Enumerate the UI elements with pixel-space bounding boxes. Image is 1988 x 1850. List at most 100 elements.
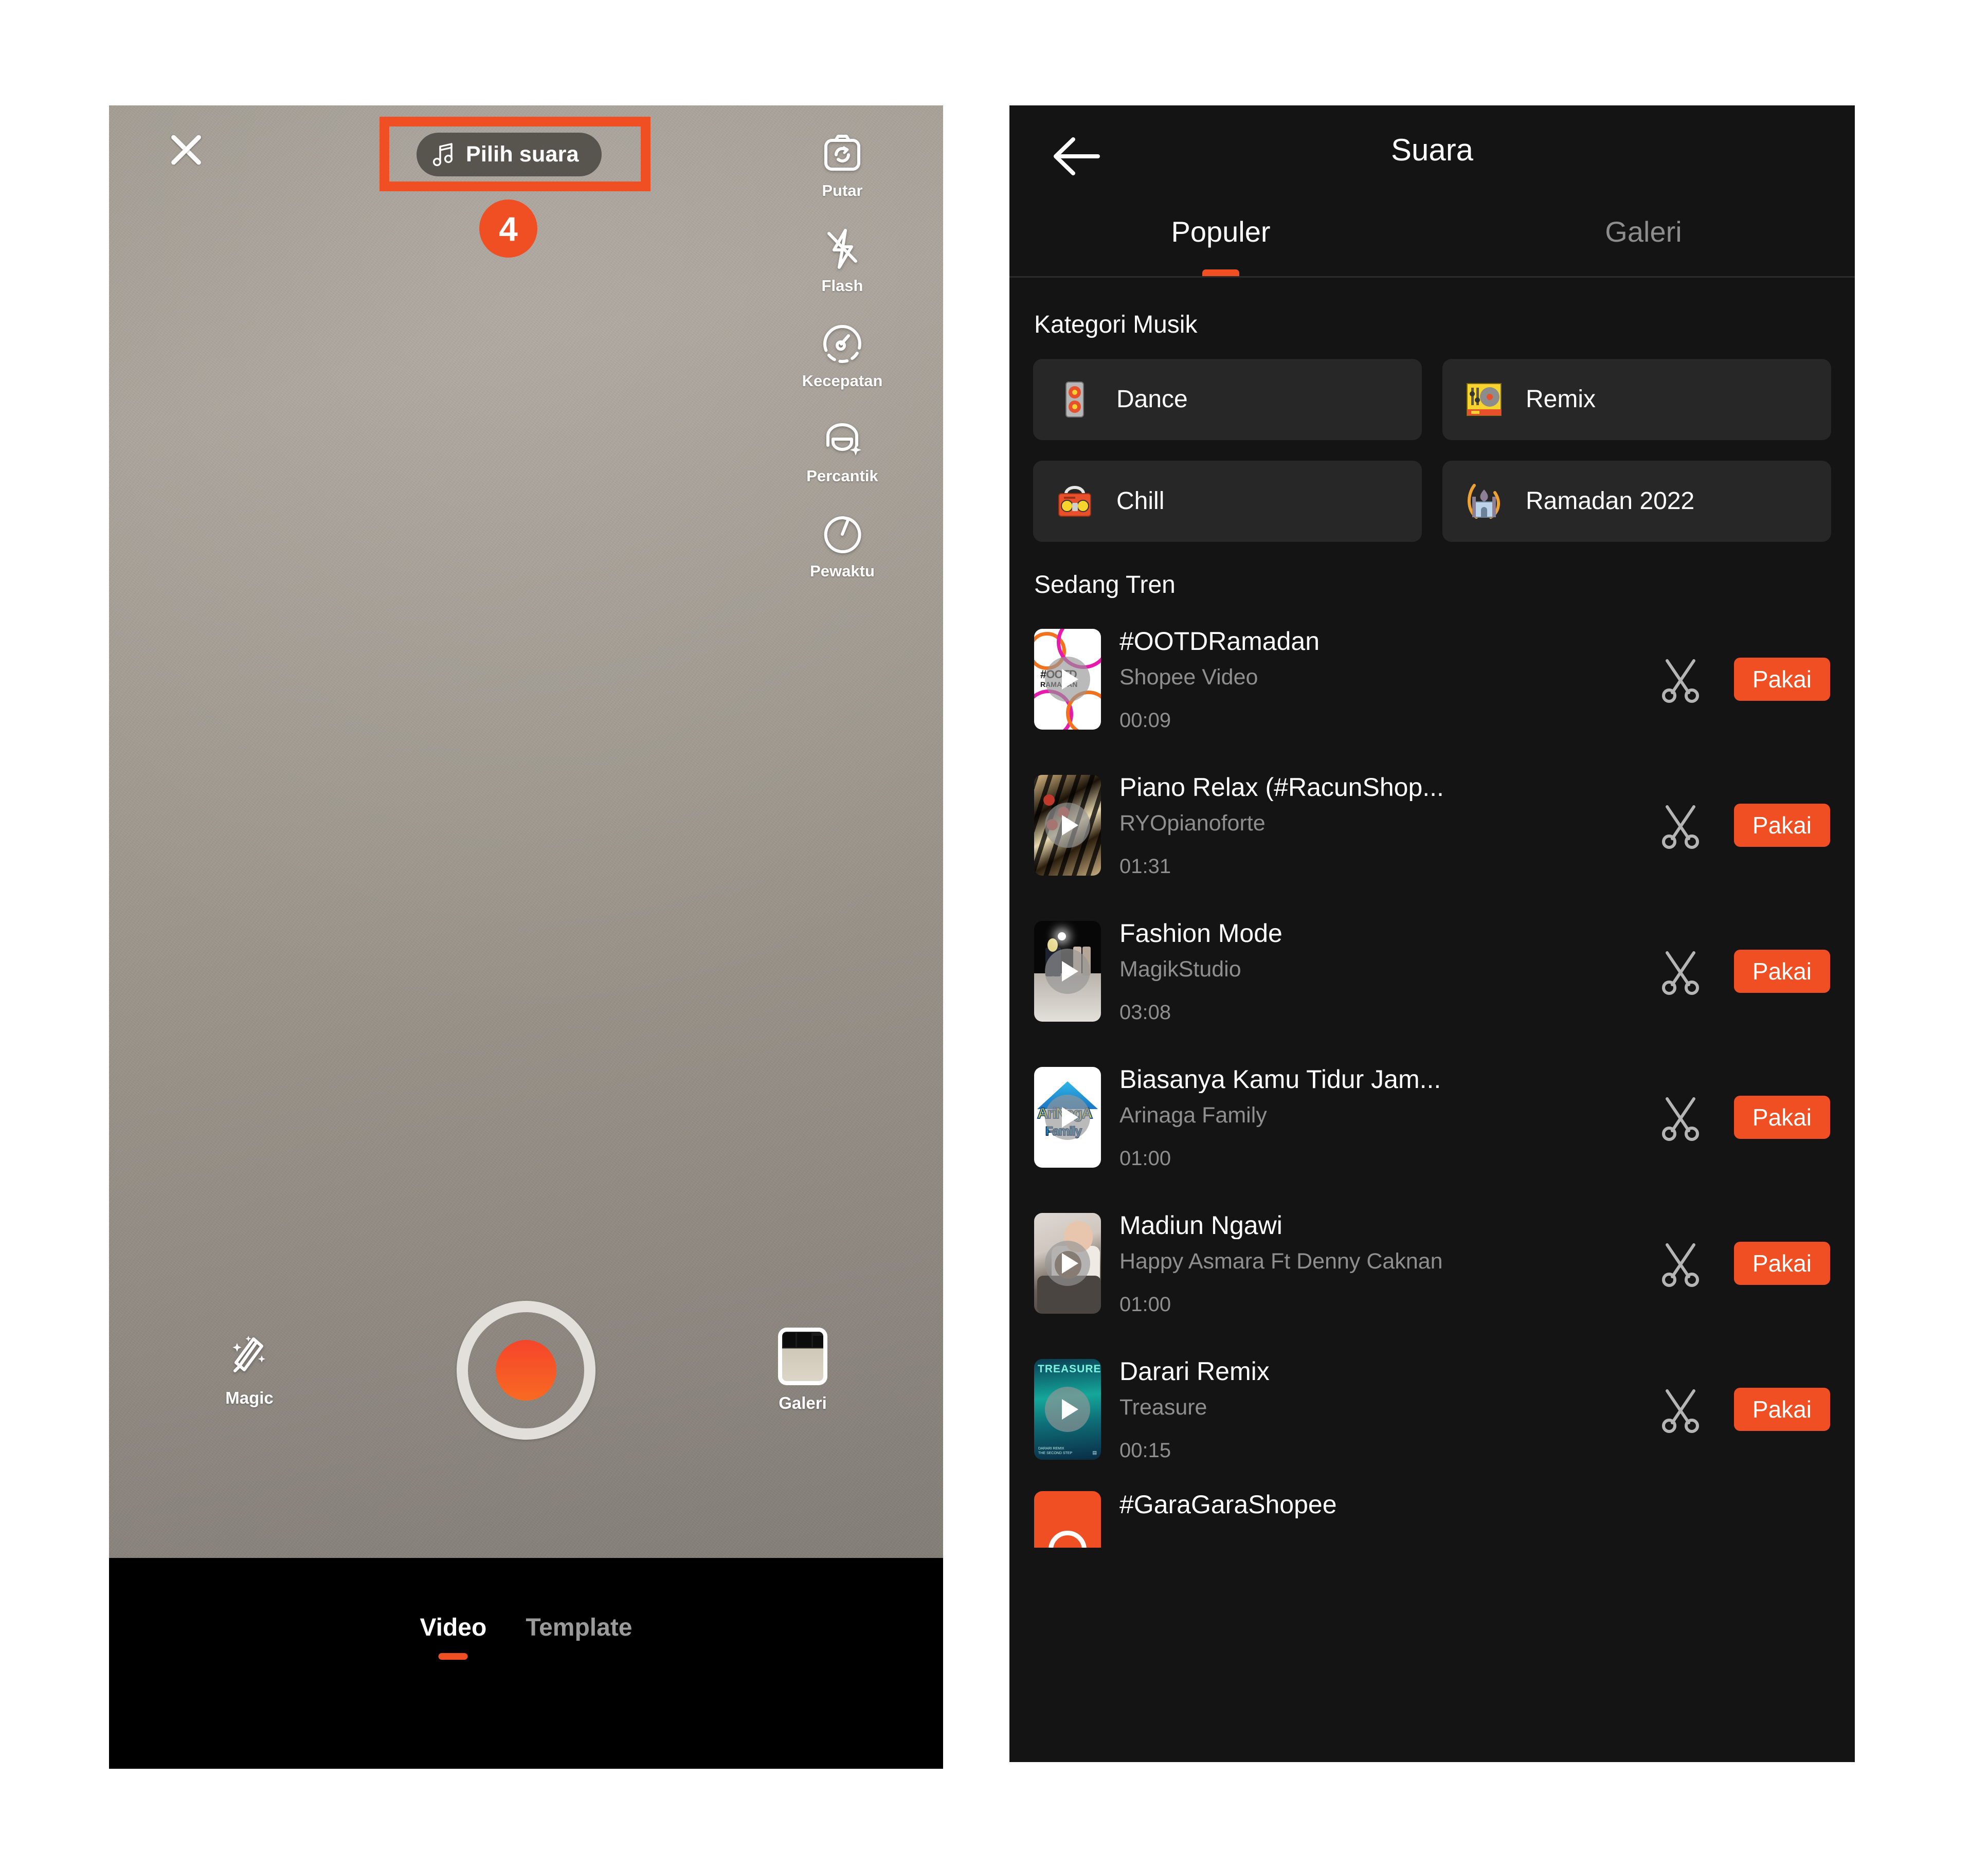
tool-percantik[interactable]: Percantik (791, 415, 894, 484)
song-artist: Shopee Video (1119, 664, 1258, 690)
song-row[interactable]: Piano Relax (#RacunShop... RYOpianoforte… (1034, 761, 1830, 890)
tool-putar[interactable]: Putar (791, 130, 894, 198)
song-artist: Arinaga Family (1119, 1102, 1267, 1128)
magic-button[interactable]: Magic (201, 1333, 298, 1408)
record-button[interactable] (457, 1301, 595, 1440)
song-info: Piano Relax (#RacunShop... RYOpianoforte… (1119, 774, 1657, 877)
scissors-icon[interactable] (1657, 1386, 1704, 1433)
turntable-icon (1464, 379, 1504, 420)
song-artist: MagikStudio (1119, 956, 1241, 982)
song-row[interactable]: #GaraGaraShopee (1034, 1491, 1830, 1548)
song-duration: 01:00 (1119, 1293, 1171, 1316)
scissors-icon[interactable] (1657, 656, 1704, 703)
use-button[interactable]: Pakai (1733, 1388, 1830, 1431)
song-duration: 01:31 (1119, 855, 1171, 878)
camera-flip-icon (819, 130, 866, 177)
tool-kecepatan[interactable]: Kecepatan (791, 320, 894, 389)
tool-kecepatan-label: Kecepatan (802, 372, 883, 390)
screenshot-stage: Pilih suara 4 Putar Flash Kecepatan Perc… (0, 0, 1988, 1850)
play-icon (1045, 1387, 1090, 1432)
step-number-badge: 4 (479, 199, 537, 258)
camera-tool-rail: Putar Flash Kecepatan Percantik Pewaktu (791, 130, 894, 606)
category-card-ramadan[interactable]: Ramadan 2022 (1442, 461, 1831, 542)
pilih-suara-label: Pilih suara (466, 142, 579, 167)
category-card-remix[interactable]: Remix (1442, 359, 1831, 440)
song-duration: 01:00 (1119, 1147, 1171, 1170)
song-title: Biasanya Kamu Tidur Jam... (1119, 1066, 1441, 1093)
magic-label: Magic (225, 1388, 274, 1407)
category-label-ramadan: Ramadan 2022 (1526, 487, 1695, 515)
mode-tab-video[interactable]: Video (420, 1616, 487, 1640)
ootd-ramadan-cover: #OOTDRAMADAN (1034, 629, 1101, 730)
category-grid: Dance Remix Chill Ramadan 2022 (1033, 359, 1831, 542)
beautify-icon (819, 415, 866, 463)
song-row[interactable]: #OOTDRAMADAN #OOTDRamadan Shopee Video 0… (1034, 615, 1830, 743)
song-title: Darari Remix (1119, 1358, 1270, 1385)
mode-tab-template[interactable]: Template (526, 1616, 632, 1640)
category-card-dance[interactable]: Dance (1033, 359, 1422, 440)
song-title: #OOTDRamadan (1119, 628, 1320, 655)
camera-screen: Pilih suara 4 Putar Flash Kecepatan Perc… (109, 105, 943, 1769)
tab-galeri[interactable]: Galeri (1432, 208, 1855, 276)
mode-tab-video-label: Video (420, 1614, 487, 1641)
gallery-label: Galeri (779, 1393, 827, 1412)
song-artist: RYOpianoforte (1119, 810, 1266, 836)
song-title: Fashion Mode (1119, 920, 1282, 947)
tab-populer[interactable]: Populer (1009, 208, 1432, 276)
song-info: #OOTDRamadan Shopee Video 00:09 (1119, 628, 1657, 731)
song-duration: 00:09 (1119, 709, 1171, 732)
timer-icon (819, 511, 866, 558)
song-duration: 00:15 (1119, 1439, 1171, 1462)
song-title: Madiun Ngawi (1119, 1212, 1282, 1239)
song-row[interactable]: AriNagAFamily Biasanya Kamu Tidur Jam...… (1034, 1053, 1830, 1182)
arinaga-family-cover: AriNagAFamily (1034, 1067, 1101, 1168)
song-row[interactable]: Madiun Ngawi Happy Asmara Ft Denny Cakna… (1034, 1199, 1830, 1328)
treasure-cover: TREASURE DARARI REMIX THE SECOND STEP ▤ (1034, 1359, 1101, 1460)
sound-tabs: Populer Galeri (1009, 208, 1855, 278)
scissors-icon[interactable] (1657, 1094, 1704, 1141)
category-label-remix: Remix (1526, 386, 1596, 413)
gallery-thumbnail-icon (778, 1328, 827, 1385)
category-label-chill: Chill (1116, 487, 1165, 515)
speaker-icon (1055, 379, 1095, 420)
flash-off-icon (819, 225, 866, 273)
sound-header: Suara (1009, 105, 1855, 208)
tool-putar-label: Putar (822, 182, 863, 199)
kategori-musik-heading: Kategori Musik (1034, 311, 1198, 338)
tool-pewaktu[interactable]: Pewaktu (791, 511, 894, 579)
play-icon (1045, 1095, 1090, 1140)
song-artist: Treasure (1119, 1394, 1207, 1420)
gallery-button[interactable]: Galeri (754, 1328, 852, 1413)
use-button[interactable]: Pakai (1733, 658, 1830, 701)
song-info: Darari Remix Treasure 00:15 (1119, 1358, 1657, 1461)
tab-galeri-label: Galeri (1605, 215, 1682, 248)
song-row[interactable]: TREASURE DARARI REMIX THE SECOND STEP ▤ D… (1034, 1345, 1830, 1474)
play-icon (1045, 803, 1090, 848)
madiun-ngawi-cover (1034, 1213, 1101, 1314)
close-icon[interactable] (163, 126, 209, 172)
piano-cover (1034, 775, 1101, 876)
use-button[interactable]: Pakai (1733, 804, 1830, 847)
tab-populer-label: Populer (1171, 215, 1271, 248)
scissors-icon[interactable] (1657, 948, 1704, 995)
song-duration: 03:08 (1119, 1001, 1171, 1024)
pilih-suara-button[interactable]: Pilih suara (417, 133, 602, 176)
boombox-icon (1055, 481, 1095, 521)
category-card-chill[interactable]: Chill (1033, 461, 1422, 542)
song-info: #GaraGaraShopee (1119, 1491, 1830, 1518)
song-info: Fashion Mode MagikStudio 03:08 (1119, 920, 1657, 1023)
use-button[interactable]: Pakai (1733, 1096, 1830, 1139)
sedang-tren-heading: Sedang Tren (1034, 571, 1176, 598)
tool-flash[interactable]: Flash (791, 225, 894, 294)
song-row[interactable]: Fashion Mode MagikStudio 03:08 Pakai (1034, 907, 1830, 1036)
page-title: Suara (1390, 133, 1474, 167)
song-artist: Happy Asmara Ft Denny Caknan (1119, 1248, 1443, 1274)
scissors-icon[interactable] (1657, 1240, 1704, 1287)
use-button[interactable]: Pakai (1733, 950, 1830, 993)
gara-gara-shopee-cover (1034, 1491, 1101, 1548)
song-title: Piano Relax (#RacunShop... (1119, 774, 1444, 801)
scissors-icon[interactable] (1657, 802, 1704, 849)
use-button[interactable]: Pakai (1733, 1242, 1830, 1285)
mosque-icon (1464, 481, 1504, 521)
play-icon (1045, 949, 1090, 994)
